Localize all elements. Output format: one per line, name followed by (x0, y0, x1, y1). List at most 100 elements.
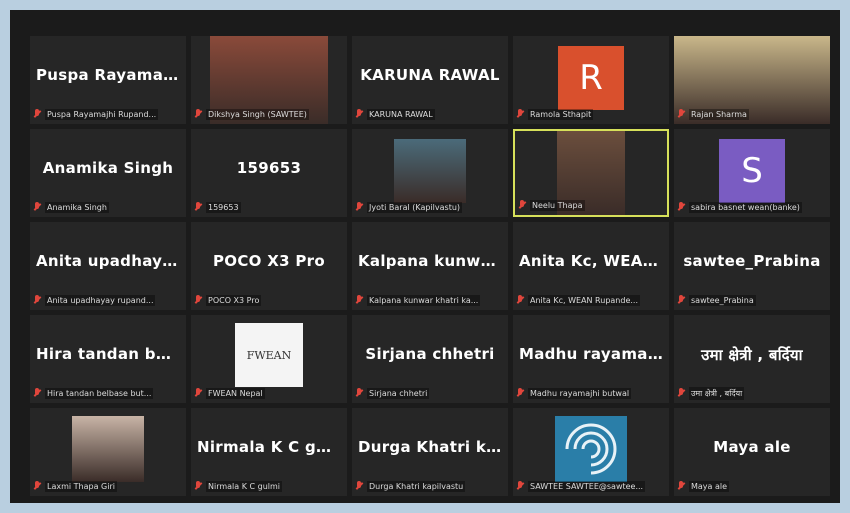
organization-logo: FWEAN (235, 323, 303, 387)
participant-name-label: Durga Khatri kapilvastu (367, 480, 466, 492)
participant-name-label: Anita upadhayay rupand... (45, 294, 156, 306)
muted-mic-icon (517, 109, 524, 119)
participant-footer: KARUNA RAWAL (356, 107, 504, 121)
participant-video (394, 139, 466, 203)
participant-footer: POCO X3 Pro (195, 293, 343, 307)
participant-tile[interactable]: KARUNA RAWAL KARUNA RAWAL (352, 36, 508, 124)
participant-name-label: Sirjana chhetri (367, 387, 430, 399)
participant-display-name: POCO X3 Pro (213, 252, 325, 270)
participant-footer: Dikshya Singh (SAWTEE) (195, 107, 343, 121)
participant-name-label: Ramola Sthapit (528, 108, 594, 120)
participant-footer: Laxmi Thapa Giri (34, 479, 182, 493)
participant-display-name: 159653 (236, 159, 302, 177)
muted-mic-icon (517, 295, 524, 305)
muted-mic-icon (195, 202, 202, 212)
participant-tile[interactable]: FWEAN FWEAN Nepal (191, 315, 347, 403)
muted-mic-icon (678, 295, 685, 305)
participant-tile[interactable]: Anamika Singh Anamika Singh (30, 129, 186, 217)
participant-footer: Durga Khatri kapilvastu (356, 479, 504, 493)
participant-tile[interactable]: 159653 159653 (191, 129, 347, 217)
muted-mic-icon (517, 388, 524, 398)
participant-display-name: KARUNA RAWAL (360, 66, 500, 84)
participant-tile[interactable]: Neelu Thapa (513, 129, 669, 217)
participant-footer: Puspa Rayamajhi Rupand... (34, 107, 182, 121)
participant-footer: sawtee_Prabina (678, 293, 826, 307)
participant-tile[interactable]: S sabira basnet wean(banke) (674, 129, 830, 217)
participant-footer: Ramola Sthapit (517, 107, 665, 121)
participant-tile[interactable]: Laxmi Thapa Giri (30, 408, 186, 496)
participant-footer: Neelu Thapa (519, 198, 663, 212)
participant-display-name: Hira tandan bel... (36, 345, 186, 363)
participant-footer: Anamika Singh (34, 200, 182, 214)
participant-tile[interactable]: Puspa Rayamaj... Puspa Rayamajhi Rupand.… (30, 36, 186, 124)
participant-tile[interactable]: Anita upadhaya... Anita upadhayay rupand… (30, 222, 186, 310)
participant-tile[interactable]: SAWTEE SAWTEE@sawtee... (513, 408, 669, 496)
participant-name-label: Dikshya Singh (SAWTEE) (206, 108, 309, 120)
participant-tile[interactable]: उमा क्षेत्रीे , बर्दिया उमा क्षेत्री , ब… (674, 315, 830, 403)
participant-tile[interactable]: R Ramola Sthapit (513, 36, 669, 124)
participant-tile[interactable]: Rajan Sharma (674, 36, 830, 124)
muted-mic-icon (678, 202, 685, 212)
participant-name-label: Hira tandan belbase but... (45, 387, 154, 399)
participant-name-label: 159653 (206, 201, 241, 213)
muted-mic-icon (356, 388, 363, 398)
participant-display-name: Puspa Rayamaj... (36, 66, 186, 84)
participant-footer: Anita Kc, WEAN Rupande... (517, 293, 665, 307)
participant-display-name: Kalpana kunwa... (358, 252, 508, 270)
participant-display-name: Anita upadhaya... (36, 252, 186, 270)
participant-tile[interactable]: Sirjana chhetri Sirjana chhetri (352, 315, 508, 403)
participant-name-label: Rajan Sharma (689, 108, 749, 120)
muted-mic-icon (678, 109, 685, 119)
participant-grid: Puspa Rayamaj... Puspa Rayamajhi Rupand.… (30, 36, 830, 496)
participant-name-label: SAWTEE SAWTEE@sawtee... (528, 480, 646, 492)
participant-tile[interactable]: POCO X3 Pro POCO X3 Pro (191, 222, 347, 310)
participant-tile[interactable]: Jyoti Baral (Kapilvastu) (352, 129, 508, 217)
participant-name-label: sabira basnet wean(banke) (689, 201, 802, 213)
muted-mic-icon (34, 481, 41, 491)
participant-name-label: Madhu rayamajhi butwal (528, 387, 632, 399)
muted-mic-icon (195, 481, 202, 491)
participant-display-name: Anita Kc, WEAN... (519, 252, 669, 270)
spiral-logo-icon (555, 416, 627, 482)
participant-display-name: Durga Khatri ka... (358, 438, 508, 456)
participant-tile[interactable]: Maya ale Maya ale (674, 408, 830, 496)
participant-name-label: Laxmi Thapa Giri (45, 480, 117, 492)
participant-display-name: Maya ale (713, 438, 791, 456)
participant-tile[interactable]: Kalpana kunwa... Kalpana kunwar khatri k… (352, 222, 508, 310)
participant-footer: Nirmala K C gulmi (195, 479, 343, 493)
participant-footer: Madhu rayamajhi butwal (517, 386, 665, 400)
participant-avatar: R (558, 46, 624, 110)
muted-mic-icon (678, 388, 685, 398)
muted-mic-icon (34, 295, 41, 305)
participant-tile[interactable]: Hira tandan bel... Hira tandan belbase b… (30, 315, 186, 403)
participant-name-label: Jyoti Baral (Kapilvastu) (367, 201, 463, 213)
participant-tile[interactable]: Madhu rayamaj... Madhu rayamajhi butwal (513, 315, 669, 403)
participant-tile[interactable]: sawtee_Prabina sawtee_Prabina (674, 222, 830, 310)
participant-display-name: Madhu rayamaj... (519, 345, 669, 363)
participant-name-label: उमा क्षेत्री , बर्दिया (689, 386, 745, 400)
participant-video (72, 416, 144, 482)
participant-display-name: उमा क्षेत्रीे , बर्दिया (701, 346, 803, 364)
participant-name-label: POCO X3 Pro (206, 294, 262, 306)
muted-mic-icon (34, 388, 41, 398)
participant-tile[interactable]: Durga Khatri ka... Durga Khatri kapilvas… (352, 408, 508, 496)
muted-mic-icon (678, 481, 685, 491)
participant-tile[interactable]: Anita Kc, WEAN... Anita Kc, WEAN Rupande… (513, 222, 669, 310)
muted-mic-icon (356, 202, 363, 212)
participant-footer: Rajan Sharma (678, 107, 826, 121)
participant-name-label: FWEAN Nepal (206, 387, 265, 399)
participant-footer: SAWTEE SAWTEE@sawtee... (517, 479, 665, 493)
participant-tile[interactable]: Nirmala K C gul... Nirmala K C gulmi (191, 408, 347, 496)
participant-footer: 159653 (195, 200, 343, 214)
participant-footer: Maya ale (678, 479, 826, 493)
participant-display-name: sawtee_Prabina (683, 252, 821, 270)
participant-name-label: Nirmala K C gulmi (206, 480, 283, 492)
participant-footer: FWEAN Nepal (195, 386, 343, 400)
participant-footer: उमा क्षेत्री , बर्दिया (678, 386, 826, 400)
participant-name-label: Anita Kc, WEAN Rupande... (528, 294, 640, 306)
muted-mic-icon (34, 109, 41, 119)
muted-mic-icon (195, 388, 202, 398)
participant-tile[interactable]: Dikshya Singh (SAWTEE) (191, 36, 347, 124)
muted-mic-icon (356, 481, 363, 491)
muted-mic-icon (356, 295, 363, 305)
